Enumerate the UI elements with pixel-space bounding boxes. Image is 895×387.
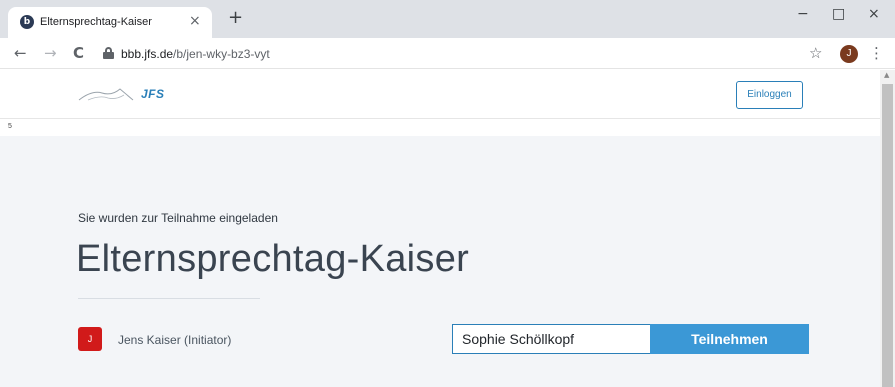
title-divider xyxy=(78,298,260,299)
maximize-button[interactable]: □ xyxy=(832,6,845,22)
window-close-button[interactable]: × xyxy=(868,6,880,22)
url-host: bbb.jfs.de xyxy=(121,47,174,61)
profile-avatar[interactable]: J xyxy=(840,45,858,63)
stray-character: 5 xyxy=(8,123,12,130)
tab-title: Elternsprechtag-Kaiser xyxy=(40,16,152,28)
address-bar[interactable]: bbb.jfs.de/b/jen-wky-bz3-vyt xyxy=(121,47,270,61)
mountain-logo-icon xyxy=(78,88,134,101)
scroll-up-arrow-icon[interactable]: ▲ xyxy=(884,71,889,79)
forward-button[interactable]: → xyxy=(44,44,57,62)
site-header: JFS Einloggen xyxy=(0,70,880,119)
invite-text: Sie wurden zur Teilnahme eingeladen xyxy=(78,211,278,225)
lock-icon[interactable] xyxy=(103,47,114,59)
browser-tab[interactable]: b Elternsprechtag-Kaiser × xyxy=(8,7,212,38)
new-tab-button[interactable]: + xyxy=(228,9,243,27)
reload-button[interactable]: C xyxy=(73,44,84,62)
room-title: Elternsprechtag-Kaiser xyxy=(76,238,470,280)
login-button[interactable]: Einloggen xyxy=(736,81,803,109)
bookmark-star-icon[interactable]: ☆ xyxy=(809,44,822,62)
tab-close-icon[interactable]: × xyxy=(189,13,201,29)
separator-strip xyxy=(0,120,880,136)
back-button[interactable]: ← xyxy=(14,44,27,62)
join-button[interactable]: Teilnehmen xyxy=(650,324,809,354)
bbb-favicon-icon: b xyxy=(20,15,34,29)
site-logo-text[interactable]: JFS xyxy=(141,87,165,101)
url-path: /b/jen-wky-bz3-vyt xyxy=(173,47,270,61)
browser-menu-icon[interactable]: ⋮ xyxy=(869,44,884,62)
name-input[interactable] xyxy=(452,324,650,354)
browser-toolbar: ← → C bbb.jfs.de/b/jen-wky-bz3-vyt ☆ J ⋮ xyxy=(0,38,895,69)
browser-tab-bar: b Elternsprechtag-Kaiser × + − □ × xyxy=(0,0,895,38)
owner-name: Jens Kaiser (Initiator) xyxy=(118,333,232,347)
minimize-button[interactable]: − xyxy=(797,6,809,22)
scrollbar-thumb[interactable] xyxy=(882,84,893,387)
owner-avatar: J xyxy=(78,327,102,351)
